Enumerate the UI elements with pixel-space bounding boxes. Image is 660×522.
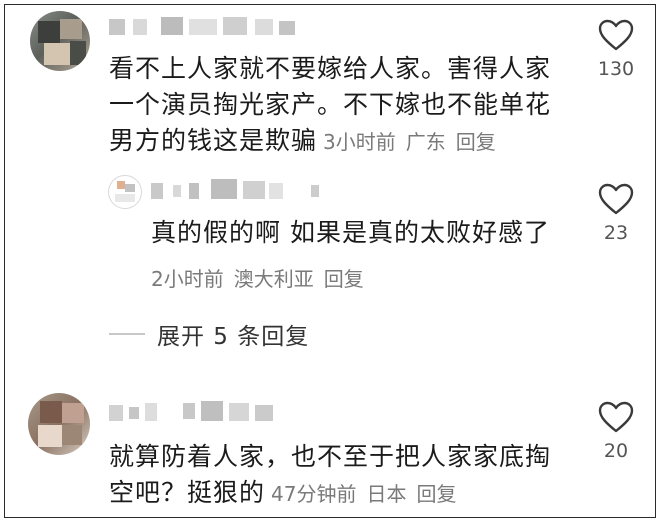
like-count: 20 — [603, 440, 629, 462]
comment-line: 一个演员掏光家产。不下嫁也不能单花 — [109, 90, 552, 119]
avatar-mosaic — [62, 403, 84, 423]
avatar-mosaic — [44, 43, 70, 65]
avatar-mosaic — [117, 181, 125, 189]
expand-replies-button[interactable]: 展开 5 条回复 — [109, 317, 309, 351]
avatar-mosaic — [38, 21, 60, 43]
like-button[interactable]: 20 — [586, 401, 646, 461]
avatar-mosaic — [38, 425, 62, 447]
reply-button[interactable]: 回复 — [416, 482, 456, 506]
avatar[interactable] — [28, 393, 90, 455]
comment-time: 3小时前 — [323, 130, 396, 154]
avatar[interactable] — [108, 175, 142, 209]
reply-text: 真的假的啊 如果是真的太败好感了 — [151, 218, 550, 247]
username-pixelated[interactable] — [151, 179, 321, 199]
comment-location: 日本 — [366, 482, 407, 506]
avatar-mosaic — [70, 41, 86, 65]
expand-replies-label: 展开 5 条回复 — [157, 324, 310, 350]
comment-text: 就算防着人家，也不至于把人家家底掏 空吧？挺狠的 47分钟前 日本 回复 — [109, 439, 551, 512]
avatar-mosaic — [115, 194, 135, 202]
heart-outline-icon — [598, 19, 634, 51]
like-count: 130 — [597, 58, 635, 80]
like-button[interactable]: 23 — [586, 183, 646, 243]
comment-line: 看不上人家就不要嫁给人家。害得人家 — [109, 54, 552, 83]
username-pixelated[interactable] — [109, 17, 299, 35]
username-pixelated[interactable] — [109, 401, 309, 421]
comment-list: 看不上人家就不要嫁给人家。害得人家 一个演员掏光家产。不下嫁也不能单花 男方的钱… — [4, 4, 656, 518]
reply-button[interactable]: 回复 — [324, 267, 364, 291]
comment-line: 男方的钱这是欺骗 3小时前 广东 回复 — [109, 126, 496, 155]
comment-time: 2小时前 — [151, 267, 224, 291]
divider — [109, 333, 145, 335]
avatar-mosaic — [60, 19, 82, 39]
heart-outline-icon — [598, 401, 634, 433]
avatar-mosaic — [40, 401, 62, 423]
heart-outline-icon — [598, 183, 634, 215]
comment-line: 空吧？挺狠的 47分钟前 日本 回复 — [109, 478, 457, 507]
comment-location: 澳大利亚 — [233, 267, 314, 291]
comment-line: 就算防着人家，也不至于把人家家底掏 — [109, 442, 552, 471]
avatar[interactable] — [30, 11, 90, 71]
avatar-mosaic — [125, 184, 135, 192]
avatar-mosaic — [62, 425, 82, 445]
like-count: 23 — [603, 222, 629, 244]
comment-text: 看不上人家就不要嫁给人家。害得人家 一个演员掏光家产。不下嫁也不能单花 男方的钱… — [109, 51, 551, 160]
like-button[interactable]: 130 — [586, 19, 646, 79]
reply-meta: 2小时前 澳大利亚 回复 — [151, 263, 374, 292]
comment-time: 47分钟前 — [271, 482, 357, 506]
reply-button[interactable]: 回复 — [456, 130, 496, 154]
comment-location: 广东 — [405, 130, 446, 154]
